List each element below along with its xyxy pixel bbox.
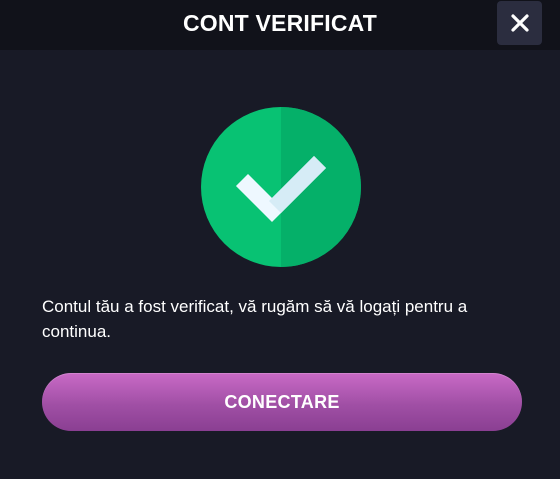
close-icon xyxy=(510,14,529,32)
checkmark-circle-icon xyxy=(201,107,361,267)
verification-message: Contul tău a fost verificat, vă rugăm să… xyxy=(42,297,468,341)
close-button[interactable] xyxy=(497,1,542,45)
dialog-body: Contul tău a fost verificat, vă rugăm să… xyxy=(0,50,560,479)
dialog-title: CONT VERIFICAT xyxy=(182,10,378,36)
verification-dialog: CONT VERIFICAT Contul tău a fost verific… xyxy=(0,0,560,479)
connect-button[interactable]: CONECTARE xyxy=(42,373,522,431)
dialog-header: CONT VERIFICAT xyxy=(0,0,560,50)
